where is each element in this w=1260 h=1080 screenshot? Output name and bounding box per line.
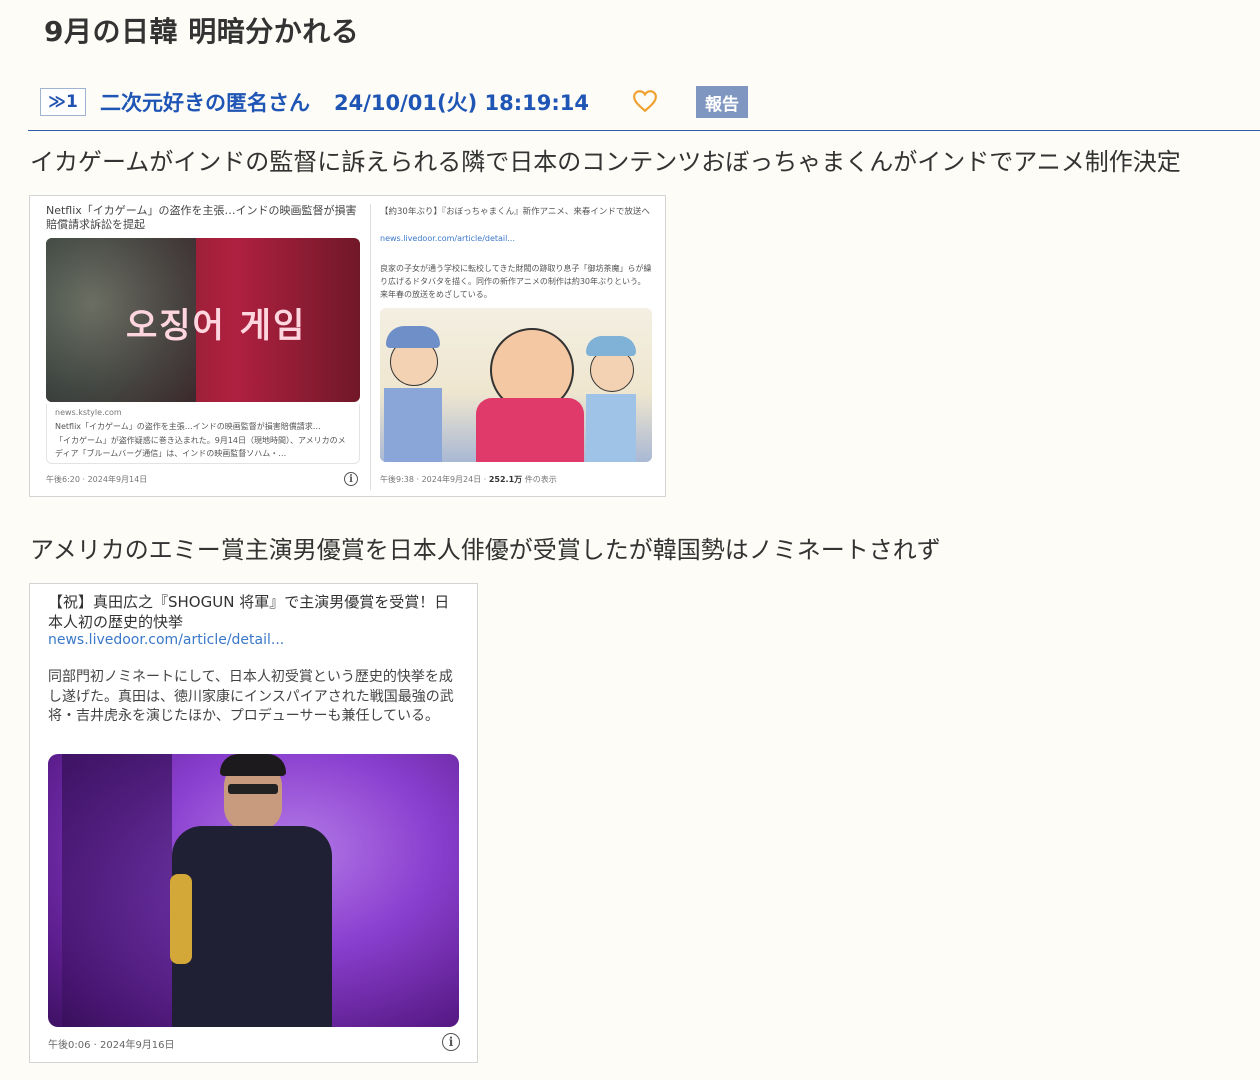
squid-game-poster-image: 오징어 게임 [46, 238, 360, 402]
tweet-card-right: 【約30年ぶり】『おぼっちゃまくん』新作アニメ、来春インドで放送へ news.l… [378, 196, 665, 496]
report-button[interactable]: 報告 [696, 86, 748, 118]
views-label: 件の表示 [524, 475, 557, 484]
tweet-card-left: Netflix「イカゲーム」の盗作を主張…インドの映画監督が損害賠償請求訴訟を提… [30, 196, 370, 496]
embedded-screenshot-2[interactable]: 【祝】真田広之『SHOGUN 将軍』で主演男優賞を受賞！日本人初の歴史的快挙 n… [29, 583, 478, 1063]
link-title: Netflix「イカゲーム」の盗作を主張…インドの映画監督が損害賠償請求… [55, 422, 321, 431]
tweet-headline: 【祝】真田広之『SHOGUN 将軍』で主演男優賞を受賞！日本人初の歴史的快挙 [48, 593, 450, 631]
link-snippet: 「イカゲーム」が盗作疑惑に巻き込まれた。9月14日（現地時間）、アメリカのメディ… [55, 436, 346, 458]
link-preview-card[interactable]: news.kstyle.com Netflix「イカゲーム」の盗作を主張…インド… [46, 404, 360, 464]
tweet-headline: Netflix「イカゲーム」の盗作を主張…インドの映画監督が損害賠償請求訴訟を提… [46, 204, 357, 231]
tweet-link[interactable]: news.livedoor.com/article/detail... [48, 632, 284, 648]
info-icon[interactable]: i [442, 1033, 460, 1051]
post-datetime: 24/10/01(火) 18:19:14 [334, 91, 589, 115]
post-number-link[interactable]: ≫1 [40, 88, 86, 116]
tweet-link[interactable]: news.livedoor.com/article/detail... [380, 234, 515, 243]
heart-icon[interactable] [632, 88, 658, 114]
emmy-award-photo [48, 754, 459, 1027]
views-count: 252.1万 [488, 475, 523, 484]
info-icon[interactable]: i [344, 472, 358, 486]
divider [370, 204, 371, 490]
post-paragraph-2: アメリカのエミー賞主演男優賞を日本人俳優が受賞したが韓国勢はノミネートされず [30, 536, 941, 564]
tweet-timestamp: 午後9:38 · 2024年9月24日 · 252.1万 件の表示 [380, 475, 557, 484]
tweet-timestamp: 午後6:20 · 2024年9月14日 [46, 475, 148, 484]
thread-title: 9月の日韓 明暗分かれる [44, 15, 360, 48]
post-header: ≫1 二次元好きの匿名さん 24/10/01(火) 18:19:14 報告 [28, 82, 1260, 131]
poster-title-text: 오징어 게임 [126, 306, 307, 346]
tweet-snippet: 良家の子女が通う学校に転校してきた財閥の跡取り息子「御坊茶魔」らが繰り広げるドタ… [380, 264, 652, 299]
obocchama-anime-image [380, 308, 652, 462]
link-source: news.kstyle.com [55, 408, 122, 417]
post-author[interactable]: 二次元好きの匿名さん [100, 87, 310, 117]
embedded-screenshot-1[interactable]: Netflix「イカゲーム」の盗作を主張…インドの映画監督が損害賠償請求訴訟を提… [29, 195, 666, 497]
tweet-headline: 【約30年ぶり】『おぼっちゃまくん』新作アニメ、来春インドで放送へ [380, 207, 650, 217]
tweet-snippet: 同部門初ノミネートにして、日本人初受賞という歴史的快挙を成し遂げた。真田は、徳川… [48, 669, 454, 724]
post-paragraph-1: イカゲームがインドの監督に訴えられる隣で日本のコンテンツおぼっちゃまくんがインド… [30, 148, 1181, 176]
tweet-timestamp: 午後0:06 · 2024年9月16日 [48, 1040, 175, 1051]
